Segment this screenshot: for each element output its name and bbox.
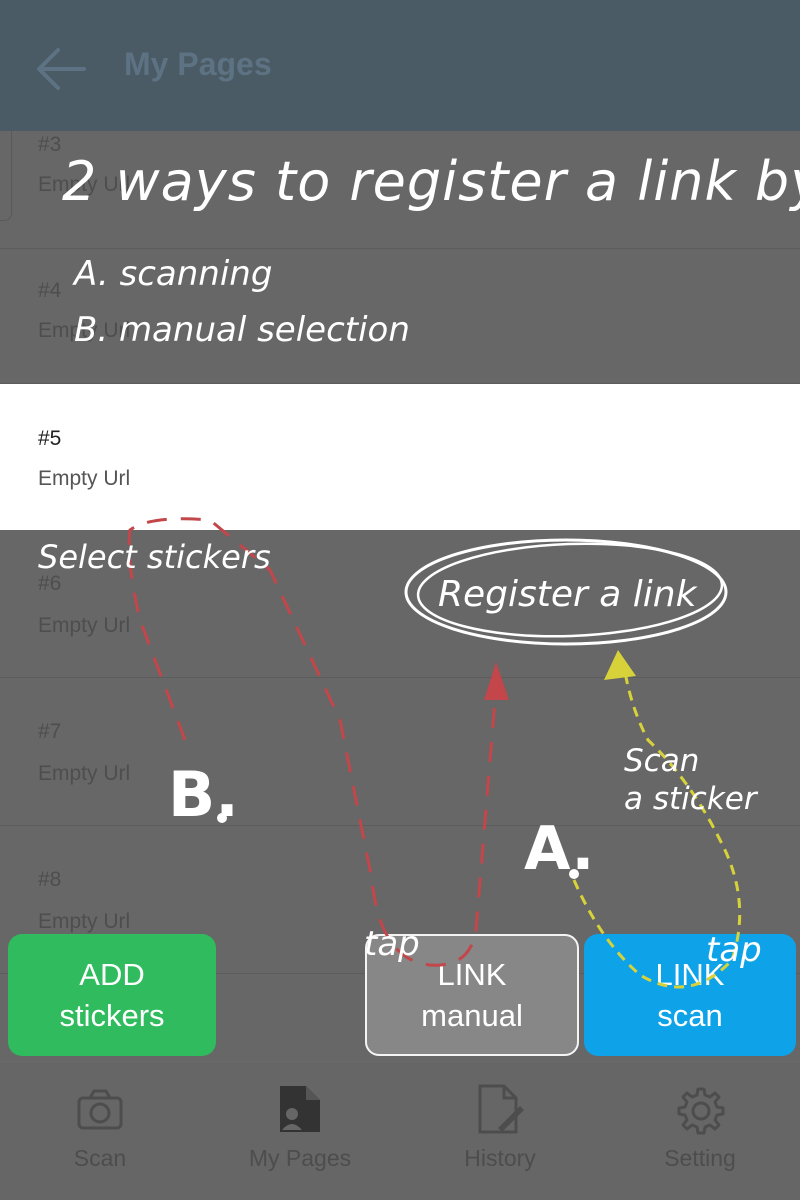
arrow-left-icon[interactable]: [34, 44, 88, 94]
item-url: Empty Url: [38, 910, 131, 933]
button-line: scan: [657, 998, 723, 1033]
my-pages-icon: [280, 1086, 320, 1132]
item-url: Empty Url: [38, 467, 131, 490]
item-number: #5: [38, 427, 62, 450]
item-number: #7: [38, 720, 62, 743]
card-edge: [0, 131, 12, 221]
annotation-tap-manual: tap: [364, 924, 420, 964]
tab-label: My Pages: [248, 1145, 352, 1171]
page-title: My Pages: [124, 46, 272, 82]
button-line: ADD: [79, 957, 145, 992]
tab-scan[interactable]: Scan: [0, 1062, 200, 1200]
annotation-option-a: A. scanning: [74, 254, 273, 294]
annotation-label-a: A.: [524, 814, 595, 884]
item-number: #8: [38, 868, 62, 891]
annotation-option-b: B. manual selection: [74, 310, 410, 350]
item-url: Empty Url: [38, 762, 131, 785]
tab-label: Setting: [664, 1145, 736, 1171]
annotation-line: a sticker: [624, 781, 757, 817]
add-stickers-button[interactable]: ADD stickers: [8, 934, 216, 1056]
annotation-scan-a-sticker: Scan a sticker: [624, 742, 757, 818]
tab-history[interactable]: History: [400, 1062, 600, 1200]
annotation-select-stickers: Select stickers: [38, 538, 271, 576]
annotation-register-a-link: Register a link: [438, 574, 697, 615]
bottom-tab-bar: Scan My Pages History Setting: [0, 1062, 800, 1200]
tab-label: History: [464, 1145, 536, 1171]
item-number: #4: [38, 279, 62, 302]
annotation-tap-scan: tap: [706, 930, 762, 970]
button-line: manual: [421, 998, 523, 1033]
gear-icon: [677, 1087, 725, 1135]
tab-my-pages[interactable]: My Pages: [200, 1062, 400, 1200]
history-icon: [478, 1084, 524, 1134]
item-number: #3: [38, 133, 62, 156]
app-bar: My Pages: [0, 0, 800, 131]
button-line: LINK: [655, 957, 725, 992]
list-item-highlighted[interactable]: [0, 384, 800, 530]
tab-label: Scan: [73, 1145, 127, 1171]
annotation-title: 2 ways to register a link by: [62, 150, 800, 213]
link-scan-button[interactable]: LINK scan: [584, 934, 796, 1056]
tab-setting[interactable]: Setting: [600, 1062, 800, 1200]
camera-icon: [77, 1089, 123, 1130]
button-line: stickers: [59, 998, 165, 1033]
annotation-label-b: B.: [168, 758, 239, 831]
annotation-line: Scan: [624, 743, 700, 779]
item-url: Empty Url: [38, 614, 131, 637]
